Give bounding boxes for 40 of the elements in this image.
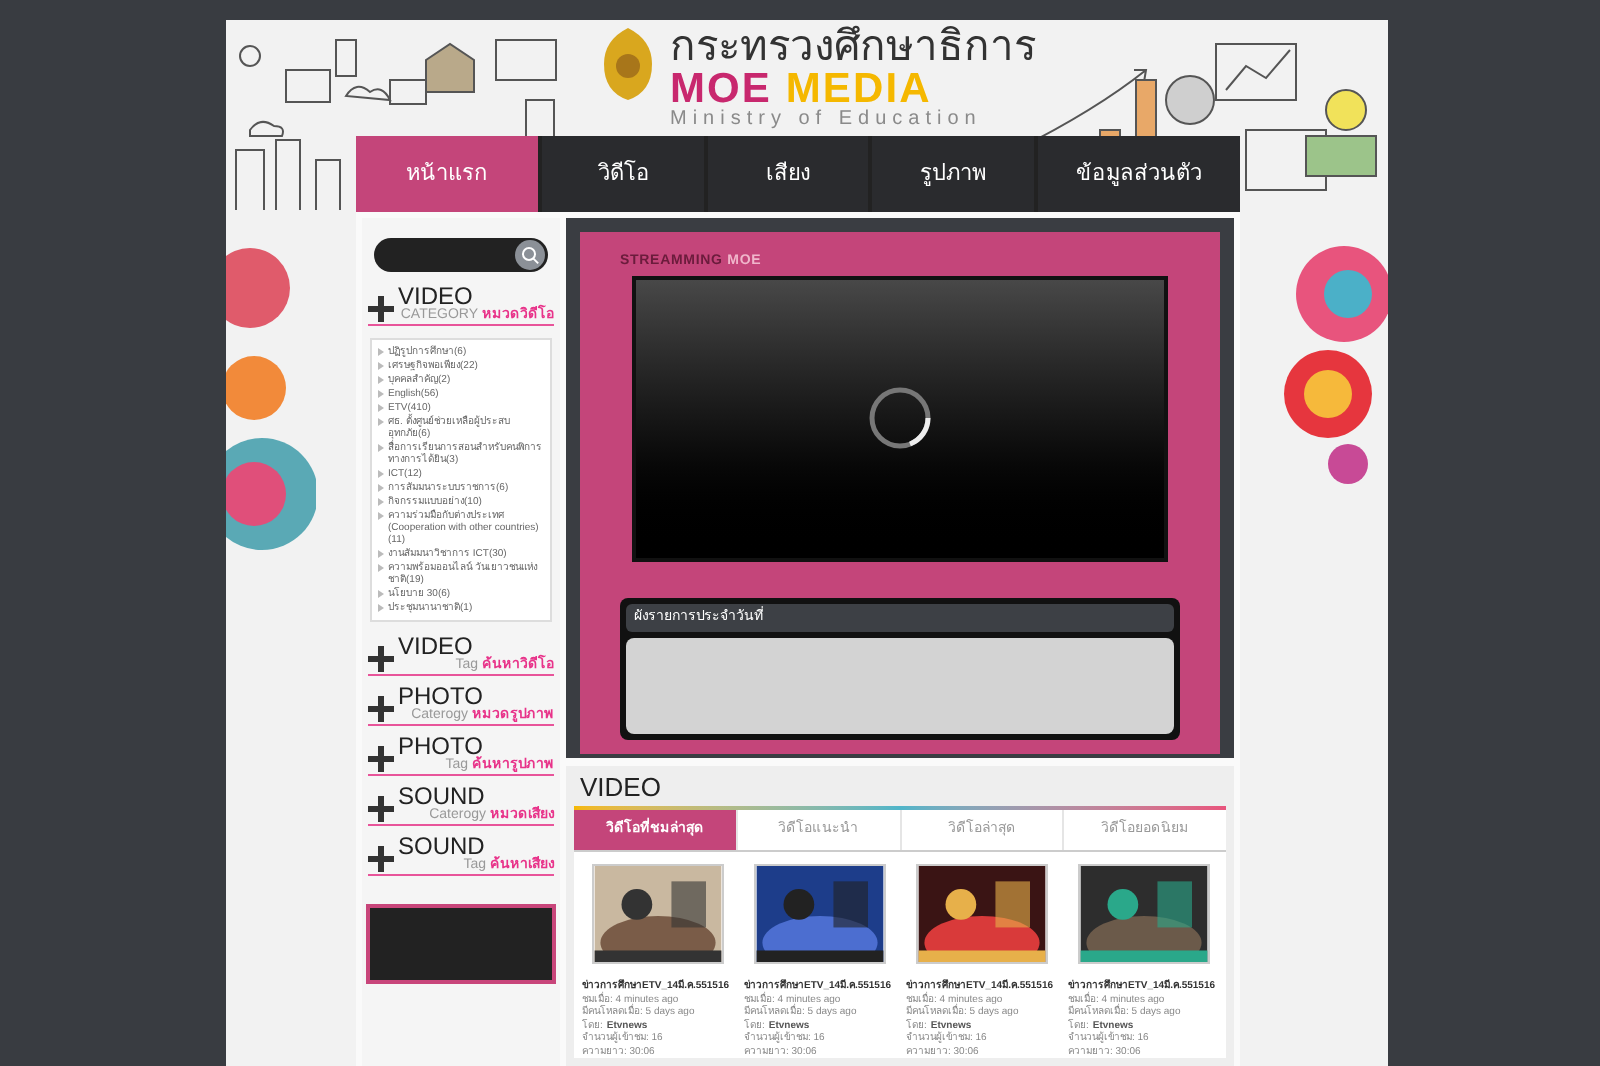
nav-tab[interactable]: หน้าแรก [356,136,539,212]
plus-icon [368,646,394,672]
video-heading: VIDEO [580,774,663,800]
bullet-icon [378,444,384,452]
bullet-icon [378,376,384,384]
plus-icon [368,696,394,722]
bullet-icon [378,390,384,398]
plus-icon [368,796,394,822]
search-field[interactable] [374,238,548,272]
logo-brand: MOE MEDIA [670,68,932,110]
bullet-icon [378,512,384,520]
plus-icon [368,846,394,872]
logo-title: กระทรวงศึกษาธิการ [670,26,1036,68]
bullet-icon [378,470,384,478]
section-title: VIDEO [398,634,473,658]
bullet-icon [378,604,384,612]
bullet-icon [378,550,384,558]
nav-tab[interactable]: เสียง [708,136,868,212]
section-title: PHOTO [398,684,483,708]
section-title: PHOTO [398,734,483,758]
section-title: VIDEO [398,284,473,308]
section-title: SOUND [398,834,487,858]
plus-icon [368,746,394,772]
loading-spinner-icon [868,386,932,450]
logo-subtitle: Ministry of Education [670,110,984,130]
bullet-icon [378,590,384,598]
plus-icon [368,296,394,322]
bullet-icon [378,498,384,506]
nav-tab[interactable]: ข้อมูลส่วนตัว [1037,136,1240,212]
search-icon[interactable] [514,240,546,270]
bullet-icon [378,404,384,412]
bullet-icon [378,564,384,572]
bullet-icon [378,418,384,426]
bullet-icon [378,484,384,492]
seal-emblem-icon [602,26,654,102]
bullet-icon [378,362,384,370]
section-title: SOUND [398,784,485,808]
bullet-icon [378,348,384,356]
nav-tab[interactable]: วิดีโอ [542,136,705,212]
nav-tab[interactable]: รูปภาพ [871,136,1034,212]
